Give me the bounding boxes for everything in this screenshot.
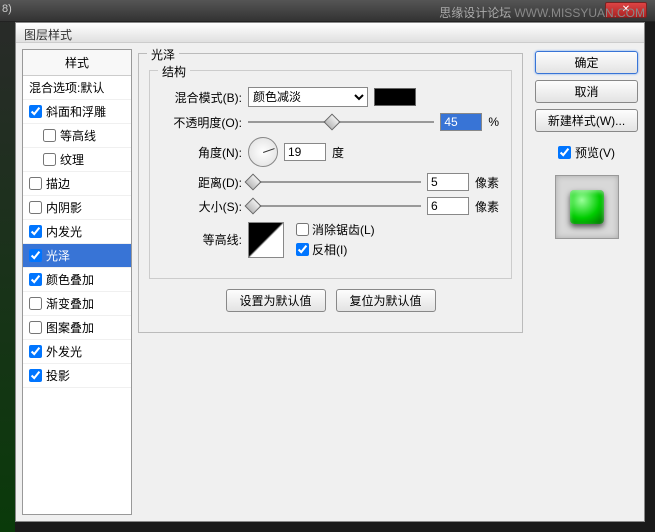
sidebar-checkbox[interactable] bbox=[29, 369, 42, 382]
angle-unit: 度 bbox=[332, 144, 344, 161]
sidebar-item-5[interactable]: 内阴影 bbox=[23, 196, 131, 220]
sidebar-item-3[interactable]: 纹理 bbox=[23, 148, 131, 172]
dialog-title: 图层样式 bbox=[16, 23, 644, 43]
sidebar-checkbox[interactable] bbox=[29, 297, 42, 310]
sidebar-checkbox[interactable] bbox=[29, 345, 42, 358]
invert-checkbox[interactable]: 反相(I) bbox=[296, 241, 375, 258]
panel-title: 光泽 bbox=[147, 46, 179, 63]
sidebar-item-4[interactable]: 描边 bbox=[23, 172, 131, 196]
opacity-input[interactable] bbox=[440, 113, 482, 131]
window-title-suffix: 8) bbox=[2, 3, 12, 15]
blend-mode-label: 混合模式(B): bbox=[162, 89, 242, 106]
size-unit: 像素 bbox=[475, 198, 499, 215]
sidebar-item-6[interactable]: 内发光 bbox=[23, 220, 131, 244]
sidebar-item-label: 内阴影 bbox=[46, 199, 82, 216]
sidebar-checkbox[interactable] bbox=[29, 105, 42, 118]
opacity-unit: % bbox=[488, 115, 499, 129]
contour-picker[interactable] bbox=[248, 222, 284, 258]
sidebar-item-label: 等高线 bbox=[60, 127, 96, 144]
sidebar-checkbox[interactable] bbox=[29, 321, 42, 334]
angle-dial[interactable] bbox=[248, 137, 278, 167]
blend-mode-select[interactable]: 颜色减淡 bbox=[248, 87, 368, 107]
sidebar-checkbox[interactable] bbox=[29, 273, 42, 286]
cancel-button[interactable]: 取消 bbox=[535, 80, 638, 103]
sidebar-item-label: 图案叠加 bbox=[46, 319, 94, 336]
color-swatch[interactable] bbox=[374, 88, 416, 106]
preview-checkbox[interactable]: 预览(V) bbox=[535, 144, 638, 161]
distance-slider[interactable] bbox=[248, 174, 421, 190]
angle-label: 角度(N): bbox=[162, 144, 242, 161]
sidebar-checkbox[interactable] bbox=[43, 153, 56, 166]
reset-default-button[interactable]: 复位为默认值 bbox=[336, 289, 436, 312]
dialog-buttons: 确定 取消 新建样式(W)... 预览(V) bbox=[529, 43, 644, 521]
sidebar-checkbox[interactable] bbox=[29, 225, 42, 238]
size-slider[interactable] bbox=[248, 198, 421, 214]
sidebar-item-label: 内发光 bbox=[46, 223, 82, 240]
size-input[interactable] bbox=[427, 197, 469, 215]
contour-label: 等高线: bbox=[162, 231, 242, 248]
sidebar-item-label: 描边 bbox=[46, 175, 70, 192]
sidebar-checkbox[interactable] bbox=[29, 177, 42, 190]
ok-button[interactable]: 确定 bbox=[535, 51, 638, 74]
angle-input[interactable] bbox=[284, 143, 326, 161]
sidebar-item-label: 光泽 bbox=[46, 247, 70, 264]
sidebar-item-11[interactable]: 外发光 bbox=[23, 340, 131, 364]
sidebar-item-label: 渐变叠加 bbox=[46, 295, 94, 312]
sidebar-item-label: 外发光 bbox=[46, 343, 82, 360]
styles-sidebar: 样式 混合选项:默认斜面和浮雕等高线纹理描边内阴影内发光光泽颜色叠加渐变叠加图案… bbox=[22, 49, 132, 515]
sidebar-checkbox[interactable] bbox=[29, 249, 42, 262]
sidebar-item-label: 混合选项:默认 bbox=[29, 79, 104, 96]
sidebar-checkbox[interactable] bbox=[29, 201, 42, 214]
sidebar-item-10[interactable]: 图案叠加 bbox=[23, 316, 131, 340]
distance-unit: 像素 bbox=[475, 174, 499, 191]
size-label: 大小(S): bbox=[162, 198, 242, 215]
sidebar-header: 样式 bbox=[23, 50, 131, 76]
distance-input[interactable] bbox=[427, 173, 469, 191]
effect-panel: 光泽 结构 混合模式(B): 颜色减淡 不透明度(O): % bbox=[132, 43, 529, 521]
structure-label: 结构 bbox=[158, 63, 190, 80]
sidebar-item-9[interactable]: 渐变叠加 bbox=[23, 292, 131, 316]
sidebar-item-label: 斜面和浮雕 bbox=[46, 103, 106, 120]
opacity-slider[interactable] bbox=[248, 114, 434, 130]
preview-box bbox=[555, 175, 619, 239]
sidebar-item-label: 颜色叠加 bbox=[46, 271, 94, 288]
sidebar-item-label: 投影 bbox=[46, 367, 70, 384]
distance-label: 距离(D): bbox=[162, 174, 242, 191]
sidebar-item-7[interactable]: 光泽 bbox=[23, 244, 131, 268]
preview-swatch bbox=[570, 190, 604, 224]
sidebar-item-12[interactable]: 投影 bbox=[23, 364, 131, 388]
sidebar-item-0[interactable]: 混合选项:默认 bbox=[23, 76, 131, 100]
sidebar-checkbox[interactable] bbox=[43, 129, 56, 142]
layer-style-dialog: 图层样式 样式 混合选项:默认斜面和浮雕等高线纹理描边内阴影内发光光泽颜色叠加渐… bbox=[15, 22, 645, 522]
antialias-checkbox[interactable]: 消除锯齿(L) bbox=[296, 221, 375, 238]
sidebar-item-1[interactable]: 斜面和浮雕 bbox=[23, 100, 131, 124]
sidebar-item-8[interactable]: 颜色叠加 bbox=[23, 268, 131, 292]
new-style-button[interactable]: 新建样式(W)... bbox=[535, 109, 638, 132]
watermark: 思缘设计论坛 WWW.MISSYUAN.COM bbox=[439, 4, 645, 21]
sidebar-item-label: 纹理 bbox=[60, 151, 84, 168]
make-default-button[interactable]: 设置为默认值 bbox=[226, 289, 326, 312]
opacity-label: 不透明度(O): bbox=[162, 114, 242, 131]
app-background bbox=[0, 0, 15, 532]
sidebar-item-2[interactable]: 等高线 bbox=[23, 124, 131, 148]
